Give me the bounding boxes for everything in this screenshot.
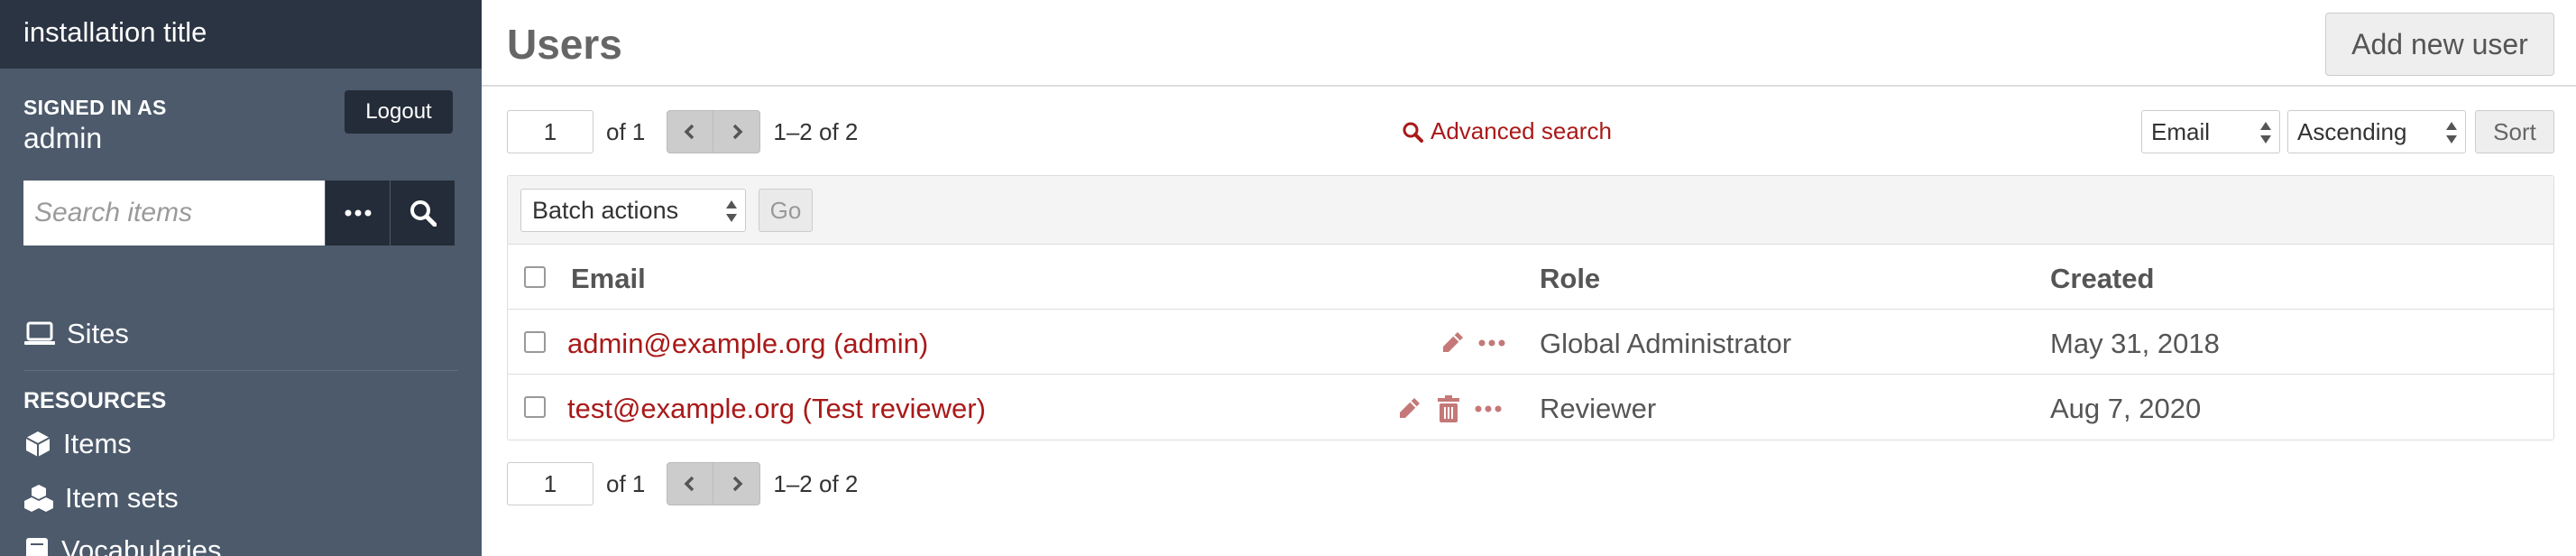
- cubes-icon: [23, 484, 54, 513]
- pencil-icon[interactable]: [1395, 395, 1422, 422]
- select-arrows-icon: [2445, 120, 2458, 152]
- search-options-button[interactable]: [325, 181, 390, 246]
- sort-order-select[interactable]: Ascending: [2287, 110, 2466, 153]
- advanced-search-link[interactable]: Advanced search: [1402, 117, 1612, 145]
- table-row: admin@example.org (admin) Global Adminis…: [508, 310, 2553, 375]
- advanced-search-label: Advanced search: [1431, 117, 1612, 144]
- row-actions: [1395, 394, 1502, 423]
- user-created-date: May 31, 2018: [2050, 328, 2220, 359]
- nav-sites[interactable]: Sites: [23, 318, 129, 350]
- previous-page-button[interactable]: [667, 110, 714, 153]
- row-actions: [1439, 329, 1505, 357]
- sort-by-select[interactable]: Email: [2141, 110, 2280, 153]
- page-number-input[interactable]: [507, 110, 593, 153]
- batch-actions-bar: Batch actions Go: [508, 176, 2553, 245]
- select-arrows-icon: [2259, 120, 2272, 152]
- nav-sites-label: Sites: [67, 318, 129, 349]
- search-form: [23, 181, 455, 246]
- chevron-right-icon: [731, 476, 743, 492]
- installation-title[interactable]: installation title: [0, 0, 482, 69]
- result-range: 1–2 of 2: [773, 117, 859, 145]
- sort-by-value: Email: [2151, 117, 2211, 145]
- sort-order-value: Ascending: [2297, 117, 2407, 145]
- batch-go-button[interactable]: Go: [759, 189, 813, 232]
- page-title: Users: [507, 21, 622, 68]
- page-count: of 1: [606, 469, 646, 497]
- page-number-input[interactable]: [507, 462, 593, 505]
- chevron-right-icon: [731, 124, 743, 140]
- column-header-email: Email: [571, 263, 646, 294]
- sidebar: installation title SIGNED IN AS admin Lo…: [0, 0, 482, 556]
- search-submit-button[interactable]: [390, 181, 455, 246]
- nav-items[interactable]: Items: [23, 428, 132, 460]
- nav-items-label: Items: [63, 428, 132, 459]
- chevron-left-icon: [684, 476, 696, 492]
- more-actions-icon[interactable]: [1475, 405, 1502, 412]
- user-info: SIGNED IN AS admin Logout: [0, 69, 482, 181]
- pager-buttons: [667, 462, 761, 505]
- select-all-checkbox[interactable]: [524, 266, 546, 288]
- cube-icon: [23, 430, 52, 459]
- table-header-row: Email Role Created: [508, 245, 2553, 310]
- batch-actions-value: Batch actions: [532, 196, 679, 224]
- add-new-user-button[interactable]: Add new user: [2325, 13, 2554, 76]
- search-input[interactable]: [23, 181, 325, 246]
- result-range: 1–2 of 2: [773, 469, 859, 497]
- nav-item-sets-label: Item sets: [65, 482, 179, 514]
- user-created-date: Aug 7, 2020: [2050, 393, 2202, 424]
- next-page-button[interactable]: [713, 110, 761, 153]
- column-header-role: Role: [1540, 263, 1601, 294]
- main-content: Users Add new user of 1 1–2 of 2 Advance…: [482, 0, 2576, 556]
- nav-vocabularies-label: Vocabularies: [61, 534, 222, 556]
- user-role: Reviewer: [1540, 393, 1657, 424]
- pager-buttons: [667, 110, 761, 153]
- users-table: Batch actions Go Email Role Created admi…: [507, 175, 2554, 440]
- ellipsis-icon: [345, 209, 372, 217]
- row-checkbox[interactable]: [524, 331, 546, 353]
- nav-vocabularies[interactable]: Vocabularies: [23, 534, 222, 556]
- book-icon: [23, 536, 51, 556]
- column-header-created: Created: [2050, 263, 2155, 294]
- logout-button[interactable]: Logout: [345, 90, 453, 134]
- chevron-left-icon: [684, 124, 696, 140]
- search-icon: [409, 199, 437, 227]
- pencil-icon[interactable]: [1439, 329, 1466, 357]
- next-page-button[interactable]: [713, 462, 761, 505]
- trash-icon[interactable]: [1435, 394, 1462, 423]
- sort-button[interactable]: Sort: [2475, 110, 2554, 153]
- previous-page-button[interactable]: [667, 462, 714, 505]
- nav-divider: [23, 370, 458, 371]
- user-email-link[interactable]: test@example.org (Test reviewer): [567, 393, 986, 425]
- table-row: test@example.org (Test reviewer) Reviewe…: [508, 375, 2553, 440]
- batch-actions-select[interactable]: Batch actions: [520, 189, 746, 232]
- more-actions-icon[interactable]: [1478, 339, 1505, 347]
- nav-item-sets[interactable]: Item sets: [23, 482, 179, 514]
- laptop-icon: [23, 321, 56, 347]
- pagination-bottom: of 1 1–2 of 2: [507, 462, 858, 505]
- user-role: Global Administrator: [1540, 328, 1792, 359]
- page-header: Users Add new user: [482, 0, 2576, 87]
- page-count: of 1: [606, 117, 646, 145]
- pagination-top: of 1 1–2 of 2: [507, 110, 858, 153]
- user-email-link[interactable]: admin@example.org (admin): [567, 328, 928, 360]
- search-icon: [1402, 121, 1423, 143]
- row-checkbox[interactable]: [524, 396, 546, 418]
- resources-heading: RESOURCES: [23, 388, 167, 413]
- select-arrows-icon: [725, 199, 738, 230]
